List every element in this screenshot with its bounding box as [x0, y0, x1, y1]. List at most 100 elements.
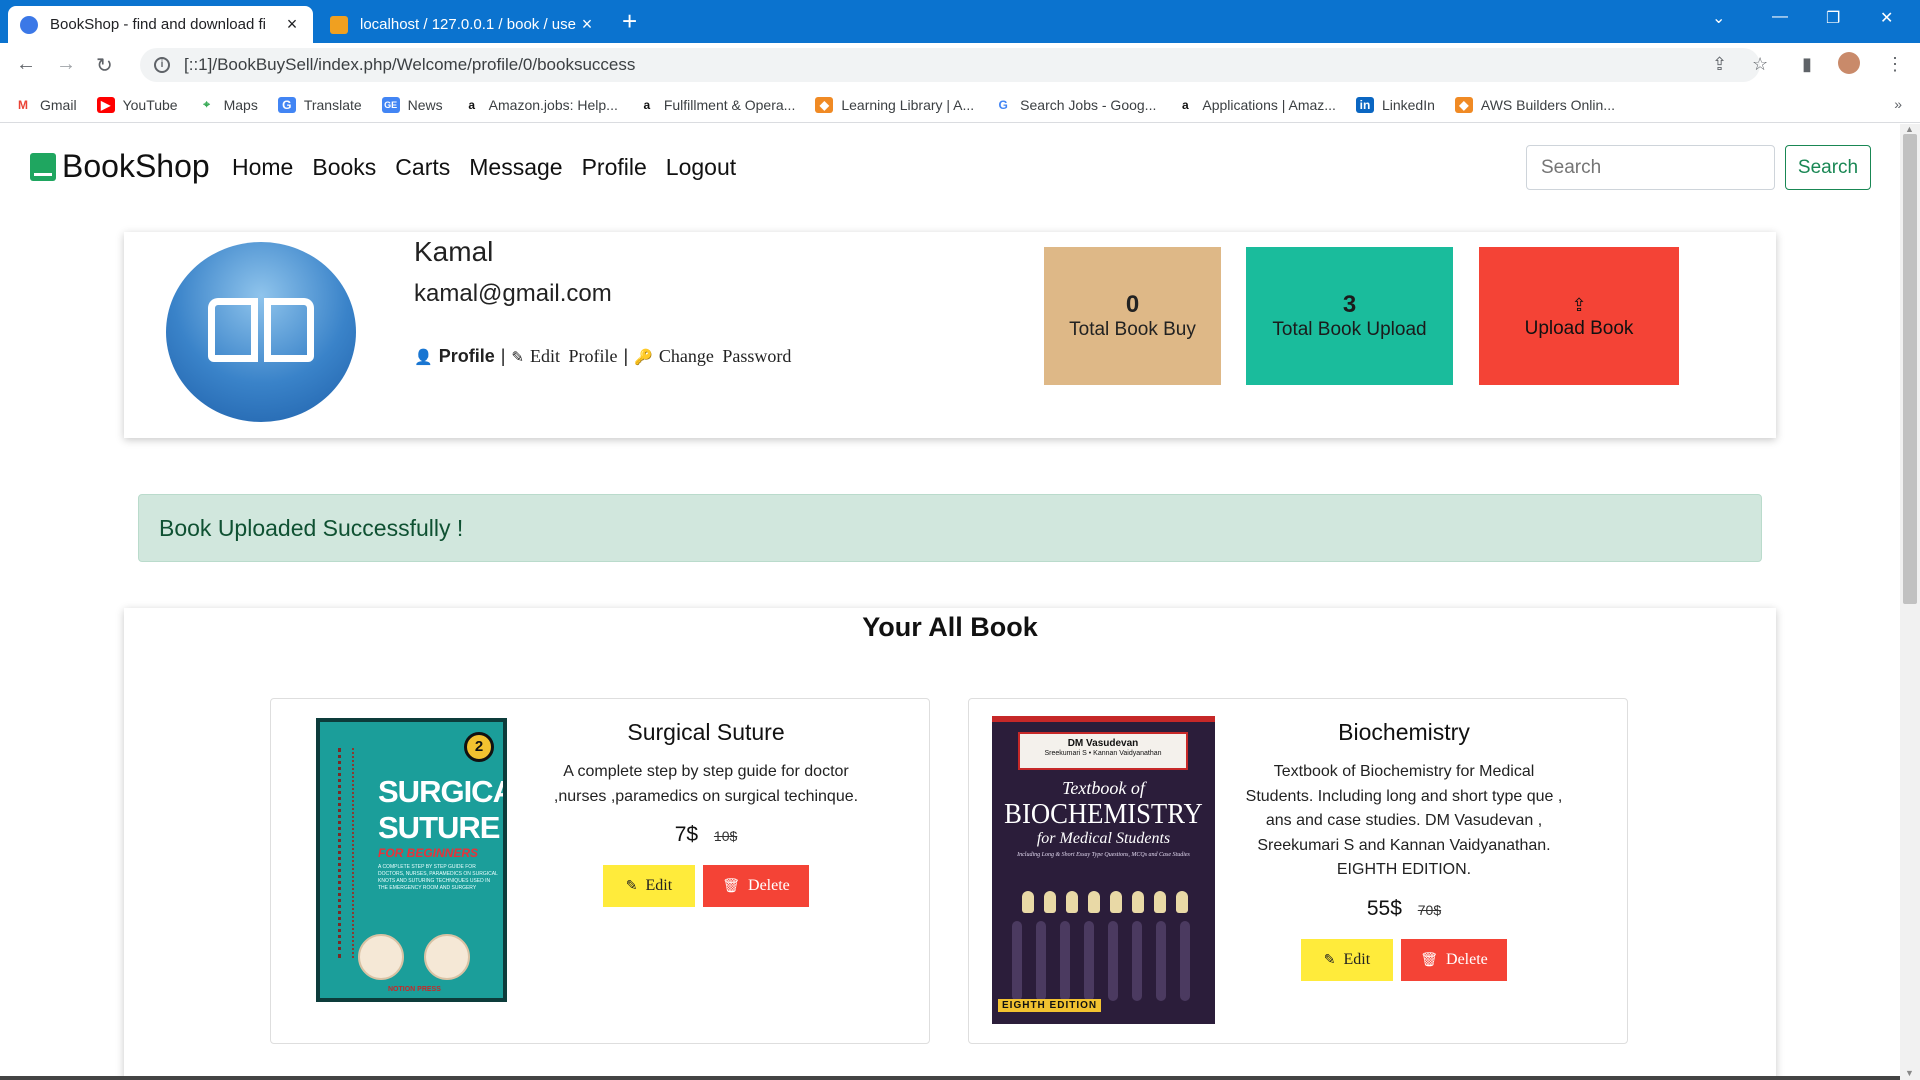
scrollbar-thumb[interactable] [1903, 134, 1917, 604]
book-title: Biochemistry [1338, 719, 1470, 745]
reload-icon[interactable]: ↻ [96, 53, 113, 78]
bookmark-search-jobs[interactable]: G Search Jobs - Goog... [994, 97, 1157, 113]
current-price: 55$ [1366, 896, 1402, 920]
phpmyadmin-favicon-icon [330, 15, 348, 34]
brand-name: BookShop [62, 148, 210, 184]
close-tab-icon[interactable]: × [283, 14, 301, 35]
total-book-buy-label: Total Book Buy [1069, 319, 1196, 340]
new-tab-icon[interactable]: + [622, 8, 637, 34]
nav-link-message[interactable]: Message [469, 154, 562, 181]
old-price: 70$ [1417, 901, 1442, 918]
change-password-link[interactable]: Change Password [659, 346, 792, 367]
cover-title: SURGICALSUTURE [378, 774, 503, 845]
books-section: Your All Book 2 SURGICALSUTURE FOR BEGIN… [124, 608, 1776, 1080]
bookmark-gmail[interactable]: M Gmail [14, 97, 77, 113]
total-book-upload-stat: 3 Total Book Upload [1246, 247, 1453, 385]
restore-icon[interactable]: ❐ [1826, 8, 1840, 28]
suture-illustration [338, 748, 354, 958]
book-info: Biochemistry Textbook of Biochemistry fo… [1239, 699, 1569, 981]
upload-book-label: Upload Book [1524, 318, 1634, 339]
search-button[interactable]: Search [1785, 145, 1871, 190]
bookmark-aws-builders[interactable]: ◆ AWS Builders Onlin... [1454, 96, 1615, 113]
upload-icon: ⇪ [1571, 295, 1587, 315]
bookmark-amazon-jobs[interactable]: a Amazon.jobs: Help... [463, 97, 618, 113]
bookmark-learning-library[interactable]: ◆ Learning Library | A... [815, 96, 974, 113]
bookmark-maps[interactable]: ⌖ Maps [198, 97, 258, 113]
site-brand[interactable]: BookShop [30, 148, 210, 185]
profile-email: kamal@gmail.com [414, 280, 612, 307]
page-scrollbar[interactable]: ▲ ▼ [1900, 124, 1920, 1080]
book-logo-icon [30, 152, 56, 181]
share-icon[interactable]: ⇪ [1712, 54, 1727, 75]
search-input[interactable] [1526, 145, 1775, 190]
bookmark-news[interactable]: GE News [381, 96, 443, 113]
book-price: 7$ 10$ [541, 823, 871, 847]
book-description: Textbook of Biochemistry for Medical Stu… [1245, 763, 1563, 878]
bookmark-linkedin[interactable]: in LinkedIn [1355, 96, 1435, 113]
google-icon: G [998, 97, 1008, 112]
tab-title: BookShop - find and download fi [50, 16, 266, 33]
user-icon: 👤 [414, 348, 433, 366]
bookmark-applications[interactable]: a Applications | Amaz... [1176, 97, 1336, 113]
bookmark-star-icon[interactable]: ☆ [1752, 54, 1768, 75]
browser-toolbar: ← → ↻ i [::1]/BookBuySell/index.php/Welc… [0, 43, 1920, 87]
window-close-icon[interactable]: ✕ [1880, 8, 1893, 28]
menu-kebab-icon[interactable]: ⋮ [1886, 54, 1904, 75]
profile-card: Kamal kamal@gmail.com 👤 Profile | ✎ Edit… [124, 232, 1776, 438]
nav-link-logout[interactable]: Logout [666, 154, 736, 181]
bookmark-label: Translate [303, 96, 362, 113]
forward-icon[interactable]: → [56, 53, 76, 76]
edit-icon: ✎ [1323, 952, 1336, 968]
cover-title-main: BIOCHEMISTRY [1004, 798, 1203, 830]
amazon-icon: a [1182, 97, 1189, 112]
total-book-buy-count: 0 [1125, 291, 1140, 318]
cover-channel-illustration [992, 921, 1215, 1001]
trash-icon: 🗑 [1420, 952, 1439, 968]
book-card: 2 SURGICALSUTURE FOR BEGINNERS A COMPLET… [270, 698, 930, 1044]
aws-icon: ◆ [815, 96, 834, 113]
bookmark-label: LinkedIn [1381, 96, 1435, 113]
bookmark-label: AWS Builders Onlin... [1480, 96, 1615, 113]
back-icon[interactable]: ← [16, 53, 36, 76]
delete-book-button[interactable]: 🗑 Delete [1401, 938, 1507, 981]
books-section-title: Your All Book [862, 612, 1038, 642]
youtube-icon: ▶ [96, 96, 115, 113]
scroll-down-icon[interactable]: ▼ [1905, 1068, 1914, 1078]
browser-tab-strip: BookShop - find and download fi × localh… [0, 0, 1920, 43]
bookmarks-overflow-icon[interactable]: » [1894, 96, 1902, 112]
open-book-icon [208, 298, 314, 368]
nav-link-home[interactable]: Home [232, 154, 293, 181]
nav-link-profile[interactable]: Profile [582, 154, 647, 181]
edit-book-button[interactable]: ✎ Edit [1301, 938, 1393, 981]
cover-coauthors: Sreekumari S • Kannan Vaidyanathan [1044, 750, 1162, 757]
profile-avatar-icon[interactable] [1838, 52, 1860, 74]
nav-link-books[interactable]: Books [312, 154, 376, 181]
site-info-icon[interactable]: i [154, 57, 170, 73]
edit-profile-link[interactable]: Edit Profile [530, 346, 618, 367]
edit-book-button[interactable]: ✎ Edit [603, 865, 695, 907]
old-price: 10$ [713, 828, 738, 844]
cover-title-line: for Medical Students [1036, 830, 1171, 847]
tab-search-chevron-icon[interactable]: ⌄ [1712, 8, 1725, 28]
browser-tab-inactive[interactable]: localhost / 127.0.0.1 / book / use × [318, 6, 608, 43]
profile-name: Kamal [414, 236, 494, 267]
delete-book-button[interactable]: 🗑 Delete [703, 865, 809, 907]
scroll-up-icon[interactable]: ▲ [1905, 124, 1914, 134]
upload-book-button[interactable]: ⇪ Upload Book [1479, 247, 1679, 385]
address-bar[interactable]: i [::1]/BookBuySell/index.php/Welcome/pr… [140, 48, 1760, 82]
address-url: [::1]/BookBuySell/index.php/Welcome/prof… [184, 55, 636, 74]
cover-illustration-circle [424, 934, 470, 980]
cover-authors: DM Vasudevan Sreekumari S • Kannan Vaidy… [1018, 732, 1188, 770]
bookmark-youtube[interactable]: ▶ YouTube [96, 96, 178, 113]
cover-publisher: NOTION PRESS [388, 986, 441, 993]
bookmark-fulfillment[interactable]: a Fulfillment & Opera... [638, 97, 796, 113]
profile-link[interactable]: Profile [439, 346, 495, 367]
bookmark-translate[interactable]: G Translate [277, 96, 362, 113]
minimize-icon[interactable]: — [1772, 8, 1788, 26]
browser-tab-active[interactable]: BookShop - find and download fi × [8, 6, 313, 43]
book-title: Surgical Suture [627, 719, 785, 745]
nav-link-carts[interactable]: Carts [395, 154, 450, 181]
close-tab-icon[interactable]: × [578, 14, 596, 35]
book-actions: ✎ Edit 🗑 Delete [1239, 938, 1569, 981]
side-panel-icon[interactable]: ▮ [1802, 54, 1812, 75]
